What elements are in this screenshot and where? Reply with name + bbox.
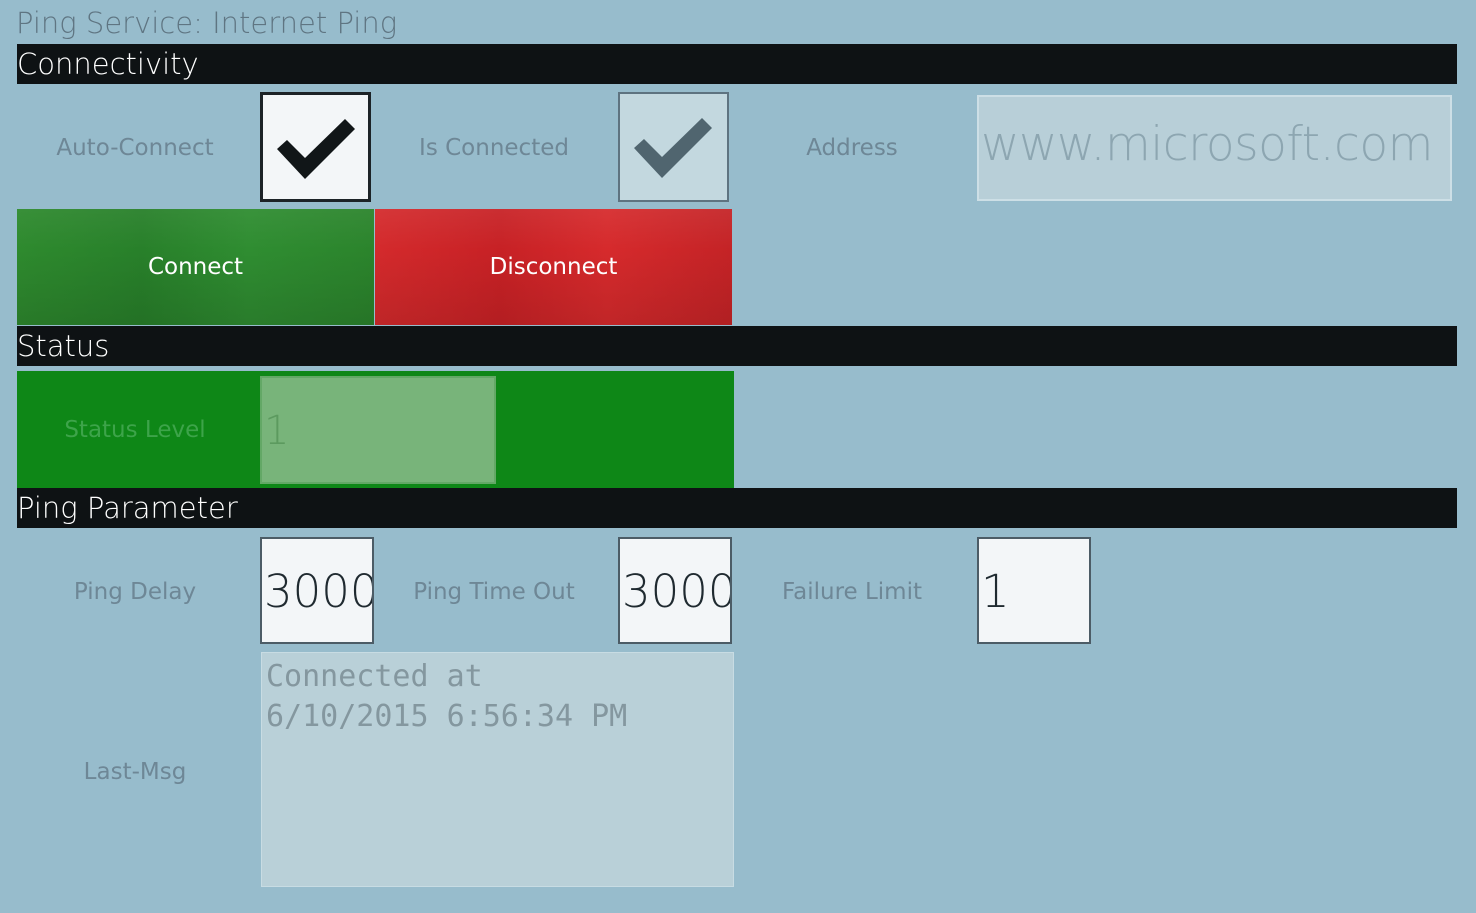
address-label: Address	[806, 135, 898, 161]
section-header-ping-parameter: Ping Parameter	[17, 488, 1457, 528]
disconnect-button[interactable]: Disconnect	[375, 209, 732, 325]
section-title-ping-parameter: Ping Parameter	[17, 491, 238, 525]
auto-connect-label: Auto-Connect	[56, 135, 214, 161]
ping-delay-value: 3000	[264, 565, 374, 618]
section-header-status: Status	[17, 326, 1457, 366]
ping-timeout-value: 3000	[622, 565, 732, 618]
ping-timeout-field[interactable]: 3000	[618, 537, 732, 644]
connect-button[interactable]: Connect	[17, 209, 374, 325]
failure-limit-value: 1	[981, 565, 1010, 618]
ping-timeout-label: Ping Time Out	[413, 579, 575, 605]
auto-connect-checkbox[interactable]	[260, 92, 371, 202]
last-msg-value: Connected at 6/10/2015 6:56:34 PM	[266, 659, 628, 734]
failure-limit-label: Failure Limit	[782, 579, 922, 605]
is-connected-label: Is Connected	[419, 135, 569, 161]
checkmark-icon	[277, 119, 355, 179]
page-title: Ping Service: Internet Ping	[16, 6, 398, 40]
status-level-value: 1	[264, 408, 290, 454]
is-connected-checkbox	[618, 92, 729, 202]
section-title-status: Status	[17, 329, 110, 363]
last-msg-textarea: Connected at 6/10/2015 6:56:34 PM	[261, 652, 734, 887]
last-msg-label: Last-Msg	[83, 759, 187, 785]
checkmark-icon	[634, 118, 712, 178]
address-value: www.microsoft.com	[981, 117, 1433, 172]
ping-delay-label: Ping Delay	[73, 579, 197, 605]
status-level-label: Status Level	[64, 417, 206, 443]
section-title-connectivity: Connectivity	[17, 47, 199, 81]
status-level-field: 1	[260, 376, 496, 484]
address-field[interactable]: www.microsoft.com	[977, 95, 1452, 201]
ping-delay-field[interactable]: 3000	[260, 537, 374, 644]
section-header-connectivity: Connectivity	[17, 44, 1457, 84]
failure-limit-field[interactable]: 1	[977, 537, 1091, 644]
